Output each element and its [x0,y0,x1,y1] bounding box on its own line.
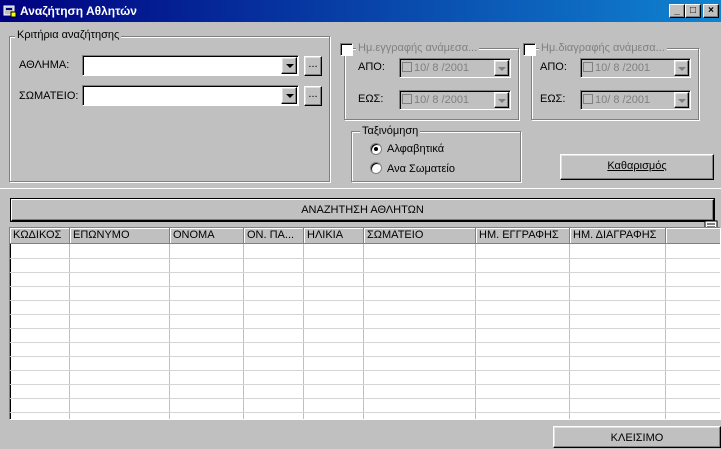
registration-to-dropdown[interactable] [494,92,509,108]
close-button[interactable]: ΚΛΕΙΣΙΜΟ [553,426,721,448]
deletion-to-dropdown[interactable] [674,92,689,108]
club-label: ΣΩΜΑΤΕΙΟ: [19,90,79,102]
registration-from-value: 10/ 8 /2001 [414,62,470,74]
maximize-icon: □ [689,5,697,16]
radio-selected-icon [374,147,378,151]
column-divider [363,244,364,419]
criteria-group-title: Κριτήρια αναζήτησης [15,29,122,41]
sort-alpha-label[interactable]: Αλφαβητικά [387,143,444,155]
deletion-date-checkbox[interactable] [523,43,536,56]
search-button-label: ΑΝΑΖΗΤΗΣΗ ΑΘΛΗΤΩΝ [301,204,424,216]
registration-to-date[interactable]: 10/ 8 /2001 [399,90,511,110]
chevron-down-icon [678,67,686,71]
sorting-title: Ταξινόμηση [360,125,421,137]
minimize-button[interactable]: _ [669,4,685,18]
chevron-down-icon [286,64,294,68]
column-header[interactable]: ΣΩΜΑΤΕΙΟ [364,228,476,244]
row-divider [10,384,720,385]
close-window-button[interactable]: × [703,4,719,18]
sport-dropdown-button[interactable] [281,57,297,74]
separator [0,188,721,189]
row-divider [10,412,720,413]
row-divider [10,356,720,357]
athletes-grid[interactable]: ΚΩΔΙΚΟΣ ΕΠΩΝΥΜΟ ΟΝΟΜΑ ΟΝ. ΠΑ... ΗΛΙΚΙΑ ΣΩΜΑΤΕ… [9,227,721,420]
sort-alpha-radio[interactable] [370,143,382,155]
sort-club-label[interactable]: Ανα Σωματείο [387,163,455,175]
minimize-icon: _ [674,5,680,16]
row-divider [10,328,720,329]
date-check-icon [402,94,412,104]
row-divider [10,314,720,315]
row-divider [10,370,720,371]
date-check-icon [583,62,593,72]
column-header[interactable]: ΗΜ. ΕΓΓΡΑΦΗΣ [476,228,570,244]
deletion-from-label: ΑΠΟ: [540,61,567,73]
column-header[interactable]: ΟΝ. ΠΑ... [244,228,304,244]
row-divider [10,258,720,259]
club-dropdown-button[interactable] [281,87,297,104]
row-divider [10,300,720,301]
registration-to-value: 10/ 8 /2001 [414,94,470,106]
chevron-down-icon [498,67,506,71]
row-divider [10,342,720,343]
registration-date-title: Ημ.εγγραφής ανάμεσα... [356,42,480,54]
sport-browse-button[interactable]: ... [304,56,322,76]
registration-date-checkbox[interactable] [340,43,353,56]
column-header[interactable]: ΚΩΔΙΚΟΣ [10,228,70,244]
column-header[interactable]: ΕΠΩΝΥΜΟ [70,228,170,244]
app-icon [3,5,17,18]
close-icon: × [708,5,714,16]
registration-from-date[interactable]: 10/ 8 /2001 [399,58,511,78]
clear-button-label: Καθαρισμός [607,160,667,172]
chevron-down-icon [498,99,506,103]
row-divider [10,272,720,273]
column-divider [665,244,666,419]
deletion-from-dropdown[interactable] [674,60,689,76]
column-header[interactable]: ΗΜ. ΔΙΑΓΡΑΦΗΣ [570,228,666,244]
date-check-icon [402,62,412,72]
deletion-date-title: Ημ.διαγραφής ανάμεσα... [539,42,667,54]
date-check-icon [583,94,593,104]
maximize-button[interactable]: □ [685,4,701,18]
registration-to-label: ΕΩΣ: [358,93,384,105]
column-divider [303,244,304,419]
sport-combo[interactable] [82,55,299,76]
chevron-down-icon [678,99,686,103]
column-divider [569,244,570,419]
sport-label: ΑΘΛΗΜΑ: [19,59,70,71]
club-combo[interactable] [82,85,299,106]
column-header[interactable]: ΟΝΟΜΑ [170,228,244,244]
deletion-to-value: 10/ 8 /2001 [595,94,651,106]
sort-club-radio[interactable] [370,162,382,174]
column-divider [243,244,244,419]
deletion-from-value: 10/ 8 /2001 [595,62,651,74]
club-browse-button[interactable]: ... [304,86,322,106]
title-bar[interactable]: Αναζήτηση Αθλητών _ □ × [0,0,721,22]
deletion-from-date[interactable]: 10/ 8 /2001 [580,58,691,78]
column-divider [69,244,70,419]
window-title: Αναζήτηση Αθλητών [20,4,137,18]
row-divider [10,286,720,287]
search-athletes-window: Αναζήτηση Αθλητών _ □ × Κριτήρια αναζήτη… [0,0,721,448]
registration-from-label: ΑΠΟ: [358,61,385,73]
deletion-to-label: ΕΩΣ: [540,93,566,105]
column-divider [169,244,170,419]
chevron-down-icon [286,94,294,98]
column-header[interactable]: ΗΛΙΚΙΑ [304,228,364,244]
column-divider [475,244,476,419]
ellipsis-icon: ... [308,58,318,70]
search-athletes-button[interactable]: ΑΝΑΖΗΤΗΣΗ ΑΘΛΗΤΩΝ [11,199,714,221]
row-divider [10,398,720,399]
clear-button[interactable]: Καθαρισμός [560,154,714,180]
deletion-to-date[interactable]: 10/ 8 /2001 [580,90,691,110]
close-button-label: ΚΛΕΙΣΙΜΟ [610,432,664,444]
registration-from-dropdown[interactable] [494,60,509,76]
column-header-filler [666,228,720,244]
ellipsis-icon: ... [308,88,318,100]
